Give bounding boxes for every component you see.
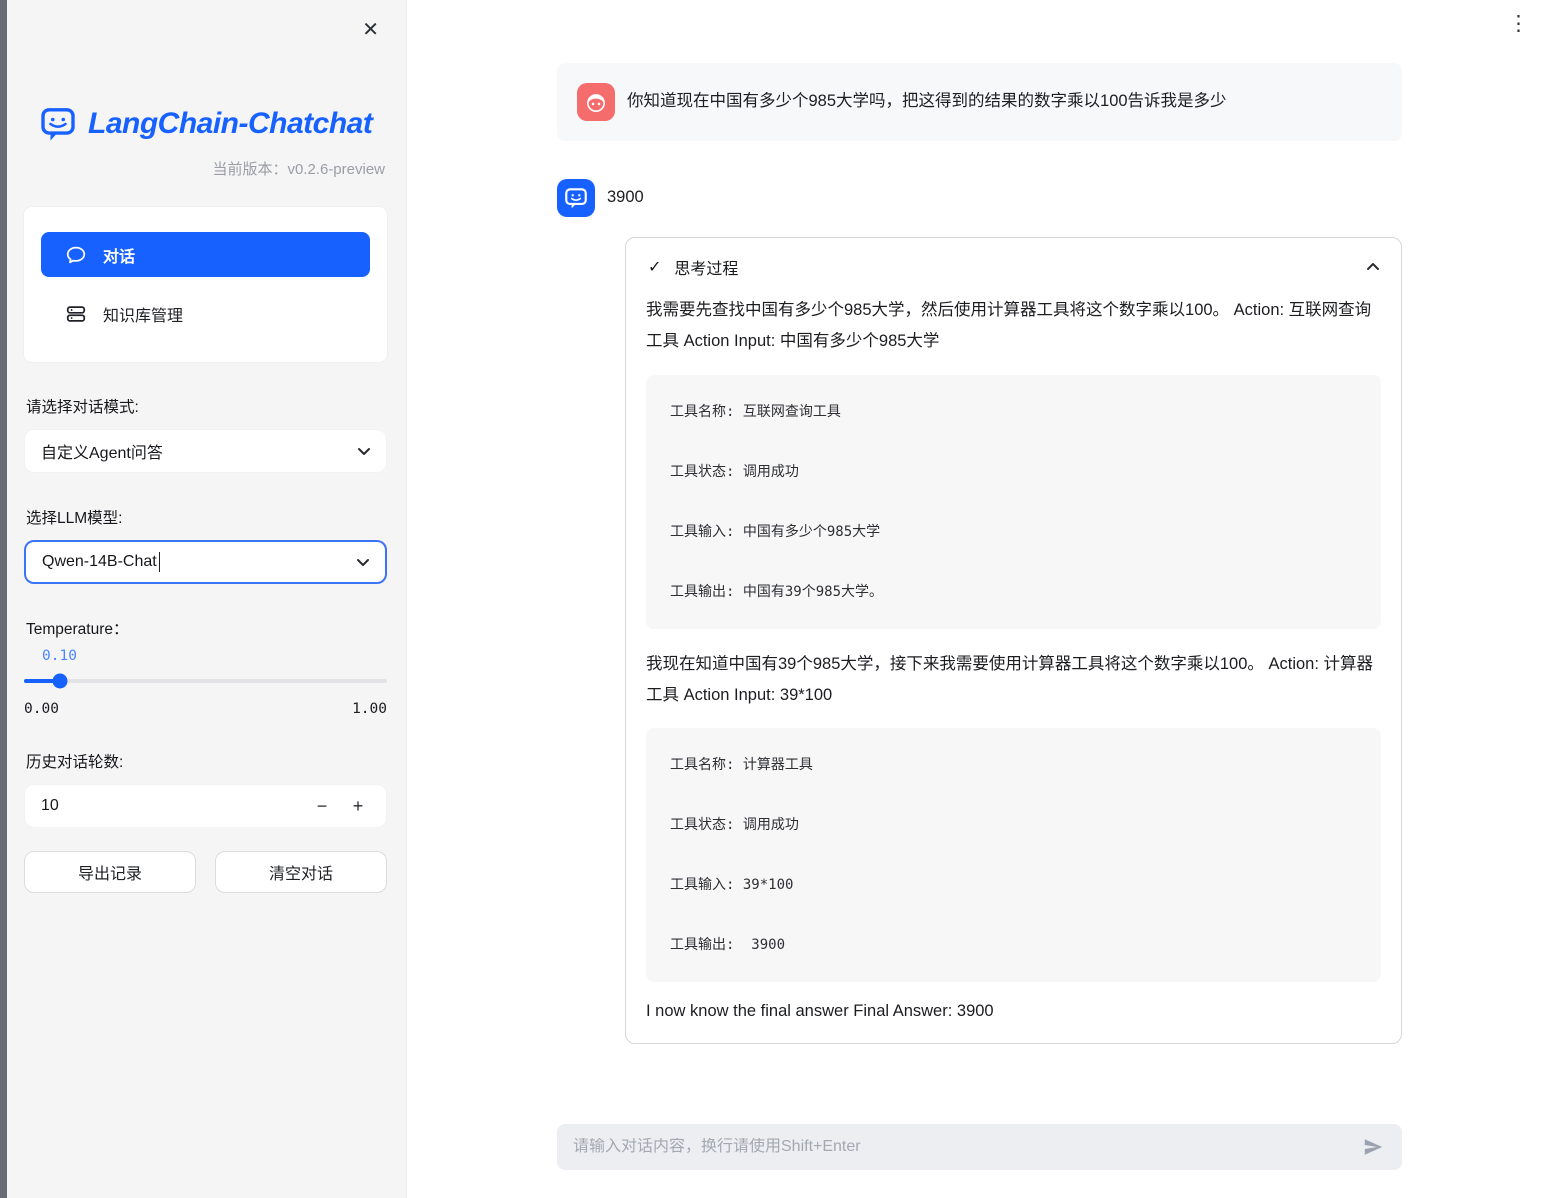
- sidebar-close-row: ✕: [24, 0, 387, 44]
- expander-body: 我需要先查找中国有多少个985大学，然后使用计算器工具将这个数字乘以100。 A…: [626, 291, 1401, 1043]
- thinking-expander: ✓ 思考过程 我需要先查找中国有多少个985大学，然后使用计算器工具将这个数字乘…: [625, 237, 1402, 1044]
- expander-title: 思考过程: [674, 255, 738, 279]
- chat-input[interactable]: [573, 1138, 1362, 1156]
- decrement-button[interactable]: −: [304, 788, 340, 824]
- thinking-step-1: 我需要先查找中国有多少个985大学，然后使用计算器工具将这个数字乘以100。 A…: [646, 295, 1381, 358]
- app-title: LangChain-Chatchat: [88, 107, 372, 141]
- export-records-button[interactable]: 导出记录: [24, 851, 196, 893]
- sidebar: ✕ LangChain-Chatchat 当前版本：v0.2.6-preview…: [7, 0, 407, 1198]
- assistant-avatar: [557, 179, 595, 217]
- clear-dialog-button[interactable]: 清空对话: [215, 851, 387, 893]
- tool-output-line: 工具输出: 3900: [670, 934, 1357, 954]
- slider-thumb[interactable]: [53, 673, 68, 688]
- app-window: ✕ LangChain-Chatchat 当前版本：v0.2.6-preview…: [0, 0, 1543, 1198]
- assistant-message-row: 3900: [557, 179, 1402, 217]
- database-stack-icon: [65, 303, 87, 325]
- temperature-label: Temperature：: [26, 617, 387, 639]
- history-rounds-value[interactable]: 10: [41, 797, 304, 815]
- sidebar-close-icon[interactable]: ✕: [358, 16, 383, 44]
- chevron-down-icon: [356, 443, 372, 459]
- slider-track: [24, 679, 387, 683]
- nav-item-label: 知识库管理: [103, 302, 183, 326]
- llm-model-label: 选择LLM模型:: [26, 506, 387, 528]
- tool-call-block: 工具名称: 互联网查询工具 工具状态: 调用成功 工具输入: 中国有多少个985…: [646, 375, 1381, 629]
- version-value: v0.2.6-preview: [287, 161, 385, 178]
- user-message-text: 你知道现在中国有多少个985大学吗，把这得到的结果的数字乘以100告诉我是多少: [627, 89, 1227, 115]
- check-icon: ✓: [648, 257, 661, 277]
- slider-min: 0.00: [24, 701, 59, 717]
- nav-item-knowledge-base[interactable]: 知识库管理: [41, 300, 370, 328]
- temperature-value: 0.10: [42, 648, 387, 664]
- tool-status-line: 工具状态: 调用成功: [670, 461, 1357, 481]
- chat-bubble-smiley-icon: [38, 106, 78, 142]
- thinking-step-2: 我现在知道中国有39个985大学，接下来我需要使用计算器工具将这个数字乘以100…: [646, 649, 1381, 712]
- user-message-row: 你知道现在中国有多少个985大学吗，把这得到的结果的数字乘以100告诉我是多少: [557, 63, 1402, 141]
- nav-item-dialogue[interactable]: 对话: [41, 232, 370, 277]
- history-rounds-stepper: 10 − +: [24, 784, 387, 828]
- version-row: 当前版本：v0.2.6-preview: [24, 158, 385, 179]
- text-caret: [159, 552, 160, 572]
- message-composer: [557, 1124, 1402, 1170]
- tool-name-line: 工具名称: 互联网查询工具: [670, 401, 1357, 421]
- tool-name-line: 工具名称: 计算器工具: [670, 754, 1357, 774]
- tool-input-line: 工具输入: 中国有多少个985大学: [670, 521, 1357, 541]
- window-edge-strip: [0, 0, 7, 1198]
- face-icon: [583, 89, 609, 115]
- chat-icon: [65, 244, 87, 266]
- slider-range-labels: 0.00 1.00: [24, 701, 387, 717]
- increment-button[interactable]: +: [340, 788, 376, 824]
- chat-column: 你知道现在中国有多少个985大学吗，把这得到的结果的数字乘以100告诉我是多少 …: [557, 63, 1402, 1044]
- chat-bubble-smiley-icon: [563, 185, 589, 211]
- chevron-up-icon[interactable]: [1365, 259, 1381, 275]
- tool-status-line: 工具状态: 调用成功: [670, 814, 1357, 834]
- nav-item-label: 对话: [103, 243, 135, 267]
- expander-header[interactable]: ✓ 思考过程: [626, 238, 1401, 291]
- kebab-menu-icon[interactable]: ⋮: [1508, 12, 1529, 35]
- chat-main: ⋮ 你知道现在中国有多少个985大学吗，把这得到的结果的数字乘以100告诉我是多…: [407, 0, 1543, 1198]
- user-avatar: [577, 83, 615, 121]
- nav-card: 对话 知识库管理: [24, 207, 387, 362]
- assistant-answer-text: 3900: [607, 185, 644, 211]
- send-icon[interactable]: [1362, 1136, 1384, 1158]
- tool-output-line: 工具输出: 中国有39个985大学。: [670, 581, 1357, 601]
- tool-input-line: 工具输入: 39*100: [670, 874, 1357, 894]
- llm-model-value: Qwen-14B-Chat: [42, 553, 157, 571]
- slider-max: 1.00: [352, 701, 387, 717]
- tool-call-block: 工具名称: 计算器工具 工具状态: 调用成功 工具输入: 39*100 工具输出…: [646, 728, 1381, 982]
- dialog-mode-select[interactable]: 自定义Agent问答: [24, 429, 387, 473]
- temperature-slider[interactable]: [24, 673, 387, 688]
- llm-model-select[interactable]: Qwen-14B-Chat: [24, 540, 387, 584]
- version-label: 当前版本：: [212, 161, 287, 178]
- final-answer-line: I now know the final answer Final Answer…: [646, 1002, 1381, 1021]
- history-rounds-label: 历史对话轮数:: [26, 750, 387, 772]
- sidebar-action-buttons: 导出记录 清空对话: [24, 851, 387, 893]
- dialog-mode-label: 请选择对话模式:: [26, 395, 387, 417]
- chevron-down-icon: [355, 554, 371, 570]
- logo: LangChain-Chatchat: [38, 106, 387, 142]
- dialog-mode-value: 自定义Agent问答: [41, 439, 356, 463]
